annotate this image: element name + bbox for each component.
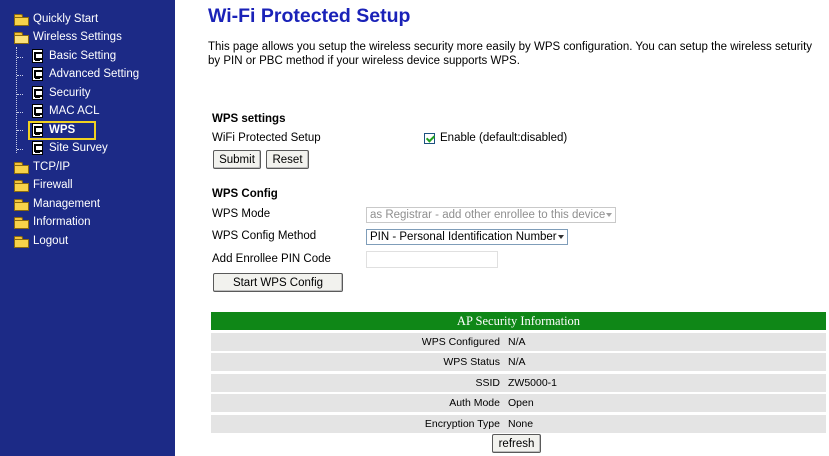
- sidebar-item-advanced-setting[interactable]: Advanced Setting: [32, 65, 139, 83]
- sidebar-item-management[interactable]: Management: [14, 195, 100, 213]
- wps-settings-heading: WPS settings: [212, 113, 286, 125]
- wps-mode-select[interactable]: as Registrar - add other enrollee to thi…: [366, 207, 616, 223]
- wps-config-method-label: WPS Config Method: [212, 230, 317, 242]
- folder-icon: [14, 235, 29, 248]
- table-row: WPS Configured N/A: [211, 332, 826, 351]
- sidebar-item-label: Logout: [33, 235, 69, 247]
- sidebar-item-information[interactable]: Information: [14, 213, 91, 231]
- reset-button[interactable]: Reset: [266, 150, 309, 169]
- row-value: ZW5000-1: [508, 376, 558, 389]
- tree-branch: [17, 130, 23, 131]
- sidebar-item-label: Information: [33, 216, 91, 228]
- row-key: SSID: [475, 376, 500, 389]
- sidebar-item-tcp-ip[interactable]: TCP/IP: [14, 158, 70, 176]
- table-header: AP Security Information: [211, 312, 826, 330]
- wps-config-heading: WPS Config: [212, 188, 278, 200]
- table-row: SSID ZW5000-1: [211, 373, 826, 392]
- page-icon: [32, 104, 43, 118]
- tree-branch: [17, 112, 23, 113]
- sidebar-item-site-survey[interactable]: Site Survey: [32, 139, 108, 157]
- refresh-button[interactable]: refresh: [492, 434, 541, 453]
- sidebar-item-logout[interactable]: Logout: [14, 232, 68, 250]
- row-value: N/A: [508, 335, 526, 348]
- wifi-protected-setup-label: WiFi Protected Setup: [212, 132, 321, 144]
- page-icon: [32, 86, 43, 100]
- sidebar-item-label: Firewall: [33, 179, 73, 191]
- sidebar-item-security[interactable]: Security: [32, 84, 91, 102]
- row-value: N/A: [508, 356, 526, 369]
- enable-wps-checkbox[interactable]: [424, 133, 435, 144]
- wps-config-method-value: PIN - Personal Identification Number: [370, 231, 557, 243]
- page-icon: [32, 49, 43, 63]
- sidebar-item-basic-setting[interactable]: Basic Setting: [32, 47, 116, 65]
- enable-label: Enable (default:disabled): [440, 132, 568, 144]
- page-title: Wi-Fi Protected Setup: [208, 5, 411, 27]
- row-value: Open: [508, 397, 534, 410]
- sidebar-item-mac-acl[interactable]: MAC ACL: [32, 102, 100, 120]
- page-icon: [32, 141, 43, 155]
- table-row: Encryption Type None: [211, 414, 826, 433]
- enrollee-pin-label: Add Enrollee PIN Code: [212, 253, 331, 265]
- table-row: WPS Status N/A: [211, 353, 826, 372]
- page-icon: [32, 67, 43, 81]
- sidebar-item-quickly-start[interactable]: Quickly Start: [14, 10, 98, 28]
- sidebar-item-label: WPS: [49, 124, 76, 136]
- tree-guide-line: [16, 47, 17, 153]
- tree-branch: [17, 94, 23, 95]
- sidebar-item-wps[interactable]: WPS: [32, 121, 75, 139]
- row-key: WPS Configured: [421, 335, 500, 348]
- sidebar-item-label: Advanced Setting: [49, 68, 140, 80]
- sidebar-item-label: Management: [33, 198, 101, 210]
- folder-icon: [14, 216, 29, 229]
- tree-branch: [17, 149, 23, 150]
- ap-security-info-table: AP Security Information WPS Configured N…: [211, 312, 826, 433]
- folder-icon: [14, 179, 29, 192]
- enrollee-pin-input[interactable]: [366, 251, 498, 268]
- sidebar-item-label: MAC ACL: [49, 105, 100, 117]
- chevron-down-icon: [558, 235, 564, 239]
- wps-mode-label: WPS Mode: [212, 208, 271, 220]
- row-key: WPS Status: [443, 356, 500, 369]
- row-key: Encryption Type: [424, 417, 500, 430]
- wps-config-method-select[interactable]: PIN - Personal Identification Number: [366, 229, 568, 245]
- submit-button[interactable]: Submit: [213, 150, 261, 169]
- sidebar-item-label: Security: [49, 87, 91, 99]
- sidebar-item-label: Site Survey: [49, 142, 108, 154]
- sidebar-item-label: Quickly Start: [33, 13, 99, 25]
- row-key: Auth Mode: [449, 397, 500, 410]
- folder-icon: [14, 198, 29, 211]
- start-wps-config-button[interactable]: Start WPS Config: [213, 273, 343, 292]
- folder-icon: [14, 161, 29, 174]
- wps-mode-value: as Registrar - add other enrollee to thi…: [370, 209, 606, 221]
- page-description: This page allows you setup the wireless …: [208, 41, 813, 67]
- row-value: None: [508, 417, 534, 430]
- main-content: Wi-Fi Protected Setup This page allows y…: [175, 0, 829, 456]
- table-row: Auth Mode Open: [211, 394, 826, 413]
- open-folder-icon: [14, 31, 29, 44]
- folder-icon: [14, 13, 29, 26]
- sidebar-item-wireless-settings[interactable]: Wireless Settings: [14, 28, 122, 46]
- page-icon: [32, 123, 43, 137]
- chevron-down-icon: [606, 213, 612, 217]
- tree-branch: [17, 57, 23, 58]
- tree-branch: [17, 75, 23, 76]
- sidebar-item-label: TCP/IP: [33, 161, 71, 173]
- sidebar-item-label: Wireless Settings: [33, 31, 122, 43]
- sidebar-item-firewall[interactable]: Firewall: [14, 176, 73, 194]
- sidebar-nav: Quickly Start Wireless Settings Basic Se…: [0, 0, 175, 456]
- sidebar-item-label: Basic Setting: [49, 50, 117, 62]
